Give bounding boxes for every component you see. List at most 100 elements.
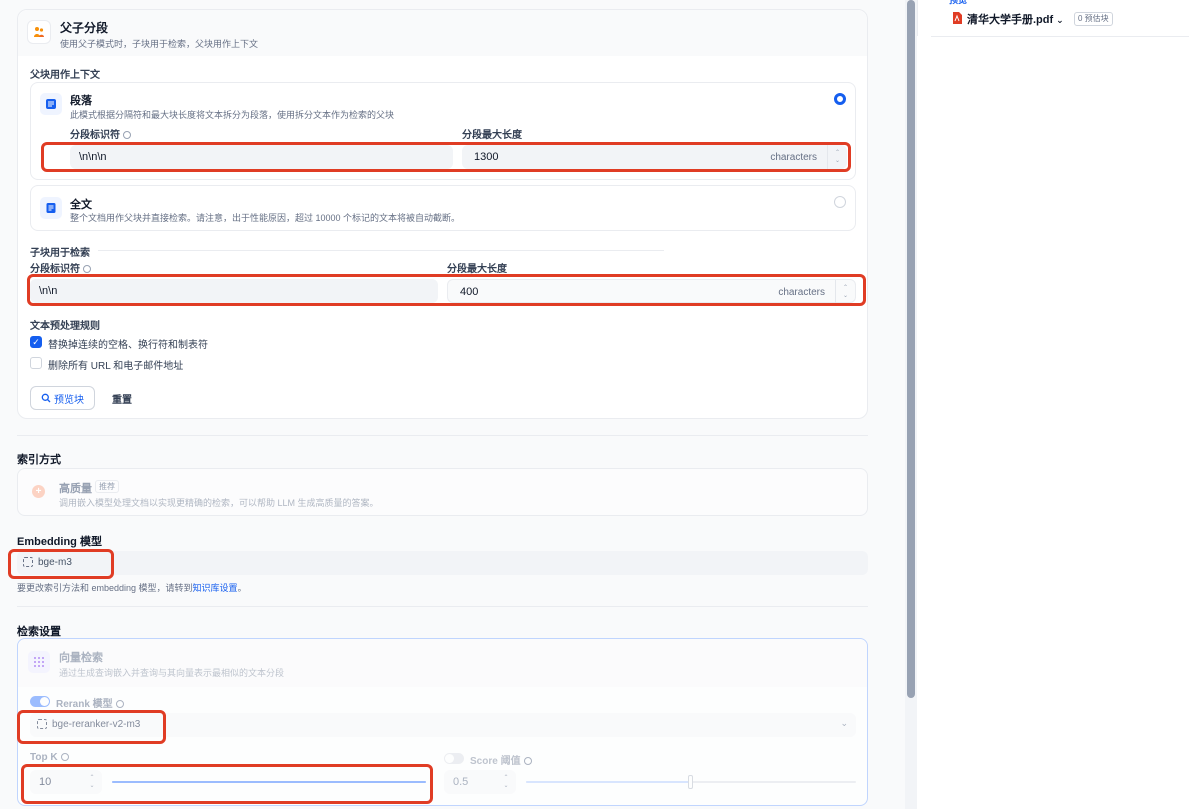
preview-chunks-button[interactable]: 预览块 [30,386,95,410]
topk-slider[interactable] [112,781,426,783]
chunk-count-badge: 0 预估块 [1074,12,1113,26]
paragraph-icon [40,93,62,115]
child-maxlen-label: 分段最大长度 [447,264,507,275]
preview-file-select[interactable]: 清华大学手册.pdf ⌄ [967,11,1064,27]
high-quality-title: 高质量 [59,483,92,495]
fulltext-radio[interactable] [834,196,846,208]
fulltext-desc: 整个文档用作父块并直接检索。请注意，出于性能原因，超过 10000 个标记的文本… [70,213,461,223]
child-maxlen-stepper[interactable]: ⌃ ⌄ [835,280,855,304]
paragraph-title: 段落 [70,95,92,107]
parent-maxlen-stepper[interactable]: ⌃ ⌄ [827,145,847,169]
chevron-down-icon[interactable]: ⌄ [843,292,848,300]
parent-child-mode-header[interactable]: 父子分段 使用父子模式时，子块用于检索，父块用作上下文 [18,10,867,56]
info-icon [83,265,91,274]
fulltext-option[interactable]: 全文 整个文档用作父块并直接检索。请注意，出于性能原因，超过 10000 个标记… [30,185,856,231]
separator-label: 分段标识符 [70,126,131,141]
score-slider[interactable] [526,775,856,789]
embedding-hint: 要更改索引方法和 embedding 模型，请转到知识库设置。 [17,583,247,593]
paragraph-desc: 此模式根据分隔符和最大块长度将文本拆分为段落，使用拆分文本作为检索的父块 [70,110,395,120]
chevron-down-icon[interactable]: ⌄ [835,157,840,165]
maxlen-label: 分段最大长度 [462,130,522,141]
vector-retrieval-card[interactable]: 向量检索 通过生成查询嵌入并查询与其向量表示最相似的文本分段 Rerank 模型… [17,638,868,806]
search-icon [41,393,51,403]
section-divider [17,606,868,607]
parent-section-label: 父块用作上下文 [30,70,100,81]
topk-label: Top K [30,752,69,763]
pdf-file-icon [951,12,963,24]
score-value: 0.5 [453,776,469,788]
paragraph-option[interactable]: 段落 此模式根据分隔符和最大块长度将文本拆分为段落，使用拆分文本作为检索的父块 … [30,82,856,180]
info-icon [115,700,124,709]
score-slider-fill [526,781,691,783]
topk-value: 10 [39,776,52,788]
high-quality-option[interactable]: + 高质量 推荐 调用嵌入模型处理文档以实现更精确的检索，可以帮助 LLM 生成… [17,468,868,516]
rule1-label: 替换掉连续的空格、换行符和制表符 [48,340,208,351]
parent-separator-input[interactable]: \n\n\n [70,145,453,169]
rule2-label: 删除所有 URL 和电子邮件地址 [48,361,184,372]
vector-desc: 通过生成查询嵌入并查询与其向量表示最相似的文本分段 [59,668,285,678]
main-panel: 父子分段 使用父子模式时，子块用于检索，父块用作上下文 父块用作上下文 段落 此… [0,0,905,809]
score-slider-handle[interactable] [688,775,693,789]
chevron-up-icon[interactable]: ⌃ [843,284,848,292]
high-quality-icon: + [32,485,45,498]
scrollbar-thumb[interactable] [907,0,915,698]
mode-desc: 使用父子模式时，子块用于检索，父块用作上下文 [60,39,259,49]
score-label: Score 阈值 [470,752,532,767]
topk-stepper[interactable]: ⌃ ⌄ [82,770,102,794]
section-divider [17,435,868,436]
model-cube-icon [37,719,47,730]
parent-maxlen-input[interactable]: 1300 characters ⌃ ⌄ [462,145,847,169]
preview-panel: 预览 清华大学手册.pdf ⌄ 0 预估块 [917,0,1189,809]
embedding-model-select[interactable]: bge-m3 [17,551,868,575]
info-icon [60,753,69,762]
main-scrollbar[interactable] [905,0,917,809]
parent-maxlen-unit: characters [770,152,817,163]
topk-input[interactable]: 10 ⌃ ⌄ [30,770,102,794]
rerank-model-select[interactable]: bge-reranker-v2-m3 ⌄ [30,713,856,737]
child-separator-input[interactable]: \n\n [30,279,438,303]
preview-label: 预览 [949,0,968,5]
retrieval-title: 检索设置 [17,626,61,638]
parent-maxlen-value: 1300 [474,151,499,163]
rule2-checkbox[interactable] [30,357,42,369]
chevron-up-icon[interactable]: ⌃ [503,774,508,782]
child-maxlen-input[interactable]: 400 characters ⌃ ⌄ [447,279,856,304]
child-separator-label: 分段标识符 [30,260,91,275]
model-cube-icon [23,557,33,568]
rerank-toggle[interactable] [30,696,50,707]
index-method-title: 索引方式 [17,454,61,466]
parent-child-icon [27,20,51,44]
topk-slider-fill [112,781,426,783]
kb-settings-link[interactable]: 知识库设置 [193,583,238,593]
rerank-label: Rerank 模型 [56,695,124,710]
chevron-up-icon[interactable]: ⌃ [89,774,94,782]
vector-icon [28,651,50,673]
info-icon [123,131,131,140]
child-maxlen-unit: characters [778,287,825,298]
rerank-model-value: bge-reranker-v2-m3 [37,719,140,730]
recommended-badge: 推荐 [95,480,119,493]
rule1-checkbox[interactable]: ✓ [30,336,42,348]
preview-header-divider [931,36,1189,37]
chevron-down-icon[interactable]: ⌄ [840,718,848,729]
child-section-label: 子块用于检索 [30,248,90,259]
vector-title: 向量检索 [59,652,103,664]
child-section-divider [98,250,664,251]
score-toggle[interactable] [444,753,464,764]
chevron-down-icon[interactable]: ⌄ [1056,15,1064,25]
chevron-up-icon[interactable]: ⌃ [835,149,840,157]
score-stepper[interactable]: ⌃ ⌄ [496,770,516,794]
child-maxlen-value: 400 [460,286,479,298]
paragraph-radio[interactable] [834,93,846,105]
vector-retrieval-header [18,639,867,687]
embedding-model-value: bge-m3 [23,557,72,568]
score-input[interactable]: 0.5 ⌃ ⌄ [444,770,516,794]
mode-title: 父子分段 [60,21,109,35]
chevron-down-icon[interactable]: ⌄ [89,782,94,790]
segment-settings-card: 父子分段 使用父子模式时，子块用于检索，父块用作上下文 父块用作上下文 段落 此… [17,9,868,419]
reset-button[interactable]: 重置 [102,386,142,410]
preview-panel-border [917,0,931,36]
preprocess-title: 文本预处理规则 [30,321,100,332]
embedding-title: Embedding 模型 [17,536,102,548]
chevron-down-icon[interactable]: ⌄ [503,782,508,790]
